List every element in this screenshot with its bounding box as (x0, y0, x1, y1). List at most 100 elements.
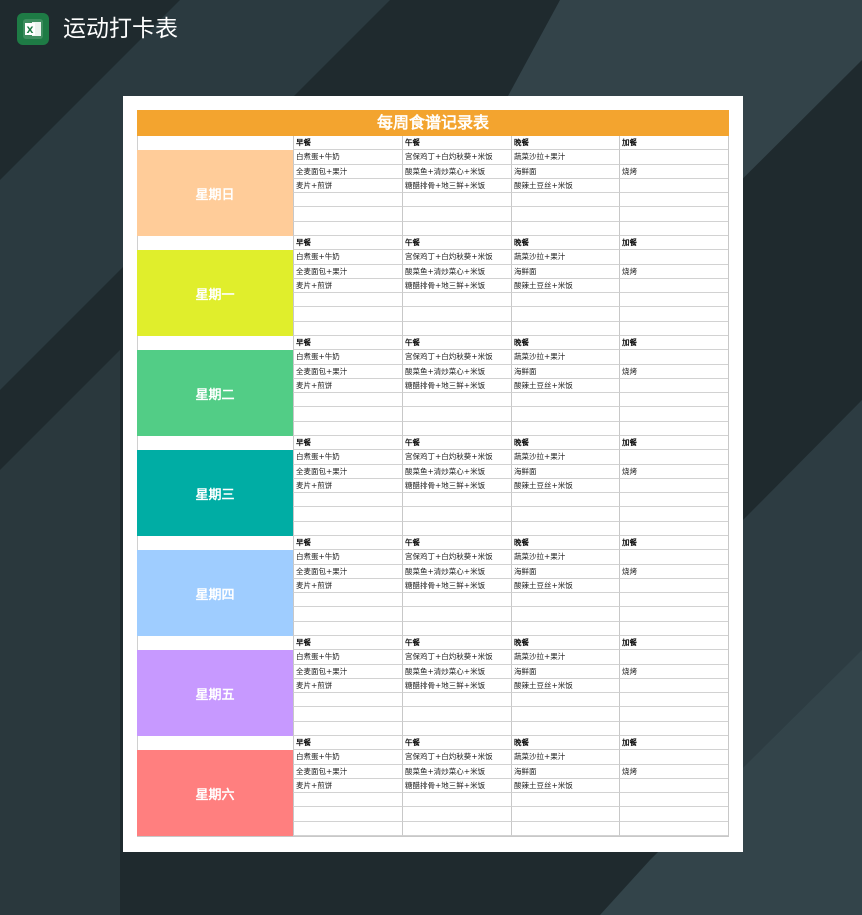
meal-header-cell[interactable]: 早餐 (293, 736, 402, 751)
meal-header-cell[interactable]: 加餐 (619, 636, 728, 651)
meal-cell[interactable] (293, 407, 402, 422)
meal-cell[interactable] (402, 721, 511, 736)
meal-cell[interactable] (402, 807, 511, 822)
meal-cell[interactable] (619, 378, 728, 394)
meal-cell[interactable] (293, 321, 402, 336)
meal-cell[interactable]: 海鲜面 (511, 364, 619, 379)
meal-cell[interactable]: 酸辣土豆丝+米饭 (511, 578, 619, 594)
meal-cell[interactable] (619, 521, 728, 536)
meal-cell[interactable] (293, 721, 402, 736)
meal-cell[interactable]: 白煮蛋+牛奶 (293, 350, 402, 365)
meal-cell[interactable] (619, 607, 728, 622)
meal-header-cell[interactable]: 早餐 (293, 336, 402, 351)
meal-cell[interactable] (293, 393, 402, 408)
meal-cell[interactable] (619, 421, 728, 436)
meal-cell[interactable] (511, 221, 619, 236)
meal-cell[interactable] (619, 678, 728, 694)
meal-cell[interactable] (511, 821, 619, 836)
meal-header-cell[interactable]: 加餐 (619, 536, 728, 551)
meal-header-cell[interactable]: 晚餐 (511, 736, 619, 751)
meal-cell[interactable] (402, 493, 511, 508)
meal-cell[interactable] (619, 778, 728, 794)
meal-cell[interactable] (511, 593, 619, 608)
meal-cell[interactable] (293, 507, 402, 522)
meal-header-cell[interactable]: 早餐 (293, 536, 402, 551)
meal-cell[interactable]: 宫保鸡丁+白灼秋葵+米饭 (402, 750, 511, 765)
meal-cell[interactable]: 酸菜鱼+清炒菜心+米饭 (402, 364, 511, 379)
meal-cell[interactable] (619, 593, 728, 608)
meal-cell[interactable]: 海鲜面 (511, 264, 619, 279)
meal-cell[interactable]: 宫保鸡丁+白灼秋葵+米饭 (402, 150, 511, 165)
meal-header-cell[interactable]: 加餐 (619, 236, 728, 251)
meal-cell[interactable] (402, 693, 511, 708)
meal-cell[interactable] (511, 607, 619, 622)
meal-cell[interactable]: 酸菜鱼+清炒菜心+米饭 (402, 164, 511, 179)
meal-cell[interactable] (402, 321, 511, 336)
meal-cell[interactable] (511, 293, 619, 308)
meal-cell[interactable] (293, 693, 402, 708)
meal-cell[interactable]: 白煮蛋+牛奶 (293, 750, 402, 765)
meal-cell[interactable]: 白煮蛋+牛奶 (293, 250, 402, 265)
meal-header-cell[interactable]: 午餐 (402, 636, 511, 651)
meal-cell[interactable]: 蔬菜沙拉+果汁 (511, 250, 619, 265)
meal-cell[interactable]: 烧烤 (619, 764, 728, 779)
meal-cell[interactable] (293, 821, 402, 836)
meal-cell[interactable]: 烧烤 (619, 164, 728, 179)
meal-cell[interactable]: 烧烤 (619, 464, 728, 479)
meal-cell[interactable] (293, 593, 402, 608)
meal-cell[interactable] (619, 450, 728, 465)
meal-cell[interactable]: 宫保鸡丁+白灼秋葵+米饭 (402, 650, 511, 665)
meal-header-cell[interactable]: 早餐 (293, 436, 402, 451)
meal-cell[interactable]: 蔬菜沙拉+果汁 (511, 750, 619, 765)
meal-cell[interactable] (293, 493, 402, 508)
meal-cell[interactable] (402, 293, 511, 308)
meal-header-cell[interactable]: 早餐 (293, 636, 402, 651)
meal-cell[interactable] (619, 821, 728, 836)
meal-cell[interactable] (619, 707, 728, 722)
meal-cell[interactable]: 麦片+煎饼 (293, 478, 402, 494)
meal-cell[interactable] (402, 407, 511, 422)
meal-cell[interactable] (402, 821, 511, 836)
meal-cell[interactable] (402, 393, 511, 408)
day-label[interactable]: 星期四 (137, 550, 293, 636)
meal-cell[interactable] (511, 321, 619, 336)
meal-cell[interactable] (293, 607, 402, 622)
meal-cell[interactable]: 酸辣土豆丝+米饭 (511, 778, 619, 794)
meal-cell[interactable]: 海鲜面 (511, 764, 619, 779)
meal-cell[interactable] (402, 707, 511, 722)
meal-cell[interactable]: 全麦面包+果汁 (293, 564, 402, 579)
meal-cell[interactable] (511, 207, 619, 222)
meal-cell[interactable] (511, 721, 619, 736)
meal-cell[interactable] (293, 207, 402, 222)
meal-cell[interactable] (619, 278, 728, 294)
meal-header-cell[interactable]: 午餐 (402, 536, 511, 551)
meal-cell[interactable]: 酸辣土豆丝+米饭 (511, 178, 619, 194)
meal-cell[interactable]: 麦片+煎饼 (293, 278, 402, 294)
meal-cell[interactable]: 酸辣土豆丝+米饭 (511, 478, 619, 494)
meal-cell[interactable] (619, 178, 728, 194)
meal-cell[interactable] (402, 521, 511, 536)
meal-cell[interactable] (293, 293, 402, 308)
day-label[interactable]: 星期一 (137, 250, 293, 336)
meal-cell[interactable] (293, 221, 402, 236)
day-label[interactable]: 星期六 (137, 750, 293, 836)
meal-cell[interactable] (619, 750, 728, 765)
meal-cell[interactable] (402, 421, 511, 436)
meal-cell[interactable] (619, 621, 728, 636)
meal-cell[interactable]: 糖醋排骨+地三鲜+米饭 (402, 178, 511, 194)
meal-cell[interactable] (511, 807, 619, 822)
meal-cell[interactable] (619, 221, 728, 236)
meal-cell[interactable] (619, 350, 728, 365)
meal-cell[interactable]: 糖醋排骨+地三鲜+米饭 (402, 578, 511, 594)
meal-cell[interactable] (619, 507, 728, 522)
meal-cell[interactable]: 糖醋排骨+地三鲜+米饭 (402, 278, 511, 294)
meal-cell[interactable] (511, 493, 619, 508)
day-label[interactable]: 星期日 (137, 150, 293, 236)
meal-cell[interactable] (619, 478, 728, 494)
meal-header-cell[interactable]: 加餐 (619, 136, 728, 151)
meal-cell[interactable] (293, 307, 402, 322)
meal-cell[interactable]: 蔬菜沙拉+果汁 (511, 650, 619, 665)
meal-cell[interactable] (511, 307, 619, 322)
meal-cell[interactable] (402, 307, 511, 322)
meal-cell[interactable] (619, 693, 728, 708)
